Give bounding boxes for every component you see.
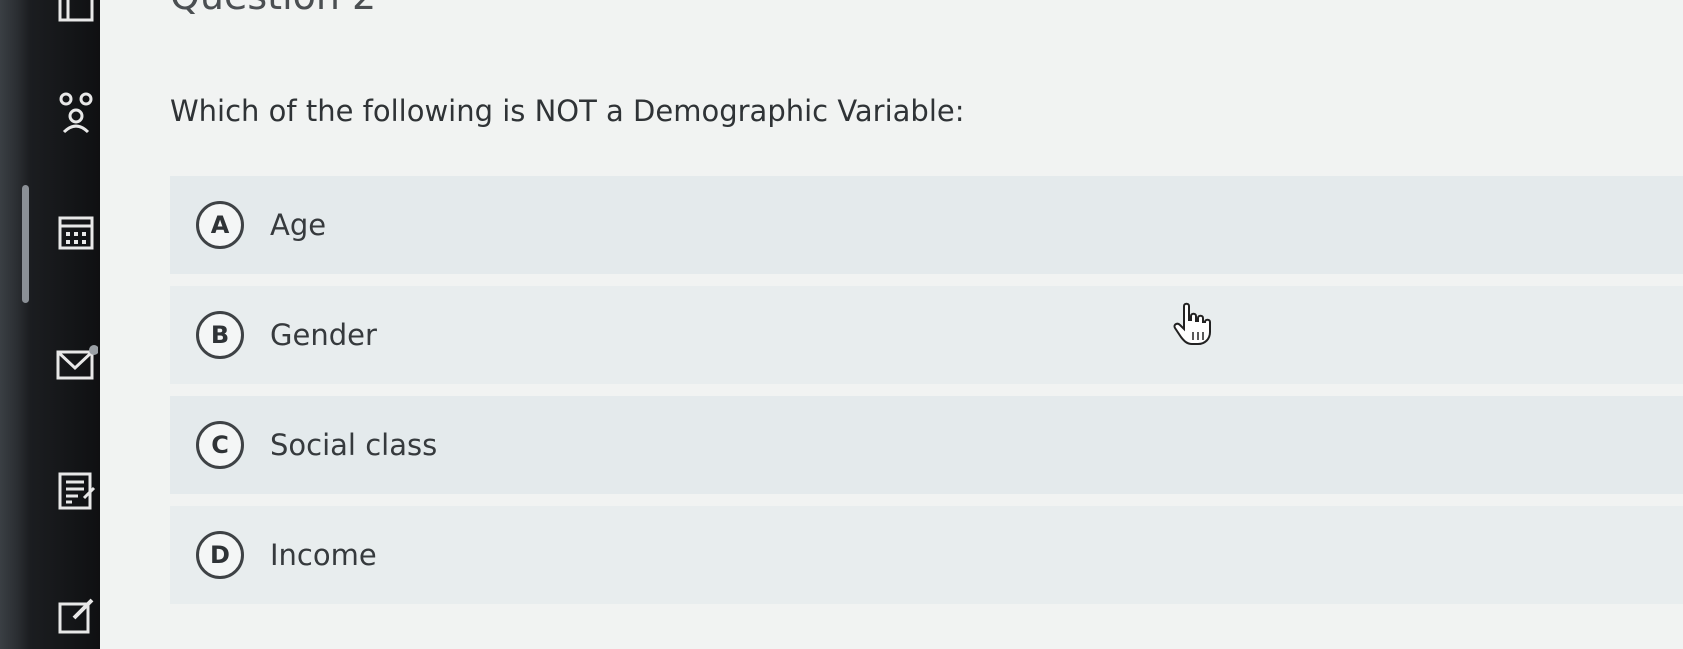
option-letter[interactable]: C xyxy=(196,421,244,469)
option-label: Age xyxy=(270,208,327,242)
sidebar xyxy=(0,0,100,649)
option-label: Social class xyxy=(270,428,438,462)
document-icon[interactable] xyxy=(52,0,100,30)
option-a[interactable]: A Age xyxy=(170,176,1683,274)
question-text: Which of the following is NOT a Demograp… xyxy=(170,94,965,128)
people-icon[interactable] xyxy=(52,88,100,136)
option-b[interactable]: B Gender xyxy=(170,286,1683,384)
quiz-panel: Question 2 Which of the following is NOT… xyxy=(100,0,1683,649)
question-heading: Question 2 xyxy=(170,0,376,18)
hand-pointer-icon xyxy=(1173,302,1211,345)
option-letter[interactable]: A xyxy=(196,201,244,249)
option-letter[interactable]: D xyxy=(196,531,244,579)
answer-options: A Age B Gender C Social class D Income xyxy=(170,176,1683,616)
notes-icon[interactable] xyxy=(52,466,100,514)
option-c[interactable]: C Social class xyxy=(170,396,1683,494)
option-label: Gender xyxy=(270,318,377,352)
edit-icon[interactable] xyxy=(52,592,100,640)
option-d[interactable]: D Income xyxy=(170,506,1683,604)
option-letter[interactable]: B xyxy=(196,311,244,359)
sidebar-scrollbar[interactable] xyxy=(22,185,29,303)
option-label: Income xyxy=(270,538,377,572)
mail-icon[interactable] xyxy=(52,340,100,388)
calendar-icon[interactable] xyxy=(52,208,100,256)
